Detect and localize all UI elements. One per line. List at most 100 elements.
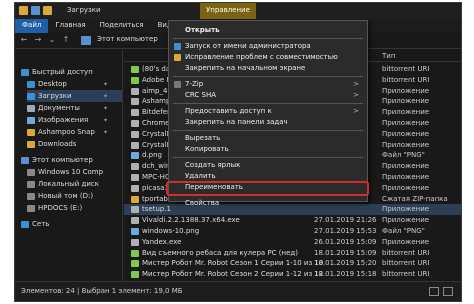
context-menu-item[interactable]: Закрепить на начальном экране bbox=[169, 63, 367, 74]
menu-separator bbox=[173, 76, 363, 77]
context-menu-item[interactable]: Свойства bbox=[169, 198, 367, 209]
recent-chevron-icon[interactable]: ⌄ bbox=[47, 35, 57, 46]
nav-quick-access[interactable]: Быстрый доступ bbox=[21, 66, 93, 78]
column-header-type[interactable]: Тип bbox=[382, 52, 395, 60]
file-row[interactable]: Мистер Робот Mr. Robot Сезон 1 Серии 1-1… bbox=[124, 258, 461, 269]
file-type: bittorrent URI bbox=[382, 270, 430, 279]
nav-local-disk[interactable]: Локальный диск bbox=[27, 178, 99, 190]
pictures-icon bbox=[27, 116, 35, 124]
file-icon bbox=[131, 141, 139, 149]
context-menu-item[interactable]: CRC SHA > bbox=[169, 90, 367, 101]
nav-desktop[interactable]: Desktop ✦ bbox=[27, 78, 108, 90]
context-menu-label: Удалить bbox=[185, 172, 216, 180]
pin-icon: ✦ bbox=[103, 80, 109, 88]
file-icon bbox=[131, 130, 139, 138]
nav-downloads[interactable]: Загрузки ✦ bbox=[27, 90, 122, 102]
file-icon bbox=[131, 206, 139, 214]
file-type: Приложение bbox=[382, 86, 430, 95]
nav-label: Этот компьютер bbox=[32, 156, 93, 164]
tab-file[interactable]: Файл bbox=[15, 19, 49, 33]
drive-icon bbox=[27, 192, 35, 200]
file-date: 18.01.2019 15:20 bbox=[314, 259, 377, 268]
file-row[interactable]: windows-10.png 27.01.2019 15:53 Файл "PNG" bbox=[124, 226, 461, 237]
address-path[interactable]: Этот компьютер bbox=[97, 35, 158, 47]
submenu-arrow-icon: > bbox=[353, 107, 359, 115]
nav-label: Сеть bbox=[32, 220, 50, 228]
context-menu-item[interactable]: Предоставить доступ к > bbox=[169, 106, 367, 117]
nav-network[interactable]: Сеть bbox=[21, 218, 49, 230]
nav-documents[interactable]: Документы ✦ bbox=[27, 102, 108, 114]
nav-ashampoo[interactable]: Ashampoo Snap ✦ bbox=[27, 126, 108, 138]
details-view-icon[interactable] bbox=[429, 287, 439, 296]
tab-share[interactable]: Поделиться bbox=[93, 19, 151, 33]
context-menu-item[interactable]: Создать ярлык bbox=[169, 160, 367, 171]
context-menu-item[interactable]: Вырезать bbox=[169, 133, 367, 144]
file-date: 26.01.2019 15:09 bbox=[314, 237, 377, 246]
nav-pictures[interactable]: Изображения ✦ bbox=[27, 114, 108, 126]
file-type: Приложение bbox=[382, 237, 430, 246]
context-menu-label: Исправление проблем с совместимостью bbox=[185, 53, 338, 61]
window-title: Загрузки bbox=[67, 6, 101, 14]
file-type: Приложение bbox=[382, 162, 430, 171]
forward-icon[interactable]: → bbox=[33, 35, 43, 46]
tab-home[interactable]: Главная bbox=[48, 19, 92, 33]
nav-windows10[interactable]: Windows 10 Comp bbox=[27, 166, 103, 178]
new-folder-icon[interactable] bbox=[43, 6, 52, 15]
file-icon bbox=[131, 76, 139, 84]
download-icon bbox=[27, 92, 35, 100]
manage-tab[interactable]: Управление bbox=[200, 3, 256, 19]
menu-separator bbox=[173, 130, 363, 131]
file-name: Мистер Робот Mr. Robot Сезон 2 Серии 1-1… bbox=[142, 270, 324, 279]
nav-label: HPDOCS (E:) bbox=[38, 204, 83, 212]
shield-icon bbox=[174, 43, 181, 50]
file-name: Вид съемного ребаса для кулера PC (нед) bbox=[142, 248, 298, 257]
drive-icon bbox=[27, 204, 35, 212]
back-icon[interactable]: ← bbox=[19, 35, 29, 46]
nav-hpdocs[interactable]: HPDOCS (E:) bbox=[27, 202, 82, 214]
submenu-arrow-icon: > bbox=[353, 91, 359, 99]
file-date: 27.01.2019 15:53 bbox=[314, 227, 377, 235]
archive-icon bbox=[174, 81, 181, 88]
file-row[interactable]: Мистер Робот Mr. Robot Сезон 2 Серии 1-1… bbox=[124, 269, 461, 280]
file-date: 18.01.2019 15:18 bbox=[314, 270, 377, 279]
nav-this-pc[interactable]: Этот компьютер bbox=[21, 154, 93, 166]
context-menu-item[interactable]: Открыть bbox=[169, 25, 367, 36]
context-menu-item[interactable]: Запуск от имени администратора bbox=[169, 41, 367, 52]
context-menu-label: Создать ярлык bbox=[185, 161, 241, 169]
computer-icon bbox=[21, 156, 29, 164]
status-text: Элементов: 24 | Выбран 1 элемент: 19,0 М… bbox=[21, 287, 183, 295]
context-menu-item[interactable]: Копировать bbox=[169, 144, 367, 155]
file-icon bbox=[131, 228, 139, 235]
file-row[interactable]: Yandex.exe 26.01.2019 15:09 Приложение bbox=[124, 237, 461, 248]
nav-new-volume[interactable]: Новый том (D:) bbox=[27, 190, 93, 202]
context-menu-label: Копировать bbox=[185, 145, 229, 153]
context-menu-item[interactable]: 7-Zip > bbox=[169, 79, 367, 90]
up-icon[interactable]: ↑ bbox=[61, 35, 71, 46]
file-name: windows-10.png bbox=[142, 227, 200, 235]
file-row[interactable]: Вид съемного ребаса для кулера PC (нед) 1… bbox=[124, 248, 461, 259]
file-icon bbox=[131, 163, 139, 171]
context-menu-label: Предоставить доступ к bbox=[185, 107, 272, 115]
nav-label: Локальный диск bbox=[38, 180, 100, 188]
document-icon bbox=[27, 104, 35, 112]
file-type: bittorrent URI bbox=[382, 65, 430, 73]
file-icon bbox=[131, 195, 139, 203]
shield-icon bbox=[174, 54, 181, 61]
file-name: Vivaldi.2.2.1388.37.x64.exe bbox=[142, 216, 240, 225]
nav-label: Ashampoo Snap bbox=[38, 128, 95, 136]
context-menu-item[interactable]: Закрепить на панели задач bbox=[169, 117, 367, 128]
file-row[interactable]: Vivaldi.2.2.1388.37.x64.exe 27.01.2019 21… bbox=[124, 215, 461, 226]
large-icons-view-icon[interactable] bbox=[443, 287, 453, 296]
save-icon[interactable] bbox=[31, 6, 40, 15]
file-type: Приложение bbox=[382, 97, 430, 106]
context-menu-label: Открыть bbox=[185, 26, 220, 34]
drive-icon bbox=[27, 168, 35, 176]
pin-icon: ✦ bbox=[103, 128, 109, 136]
submenu-arrow-icon: > bbox=[353, 80, 359, 88]
file-icon bbox=[131, 174, 139, 181]
context-menu-item[interactable]: Исправление проблем с совместимостью bbox=[169, 52, 367, 63]
file-date: 27.01.2019 21:26 bbox=[314, 216, 377, 225]
nav-label: Изображения bbox=[38, 116, 89, 124]
nav-downloads-folder[interactable]: Downloads bbox=[27, 138, 76, 150]
context-menu: Открыть Запуск от имени администратора Исп… bbox=[168, 20, 368, 207]
